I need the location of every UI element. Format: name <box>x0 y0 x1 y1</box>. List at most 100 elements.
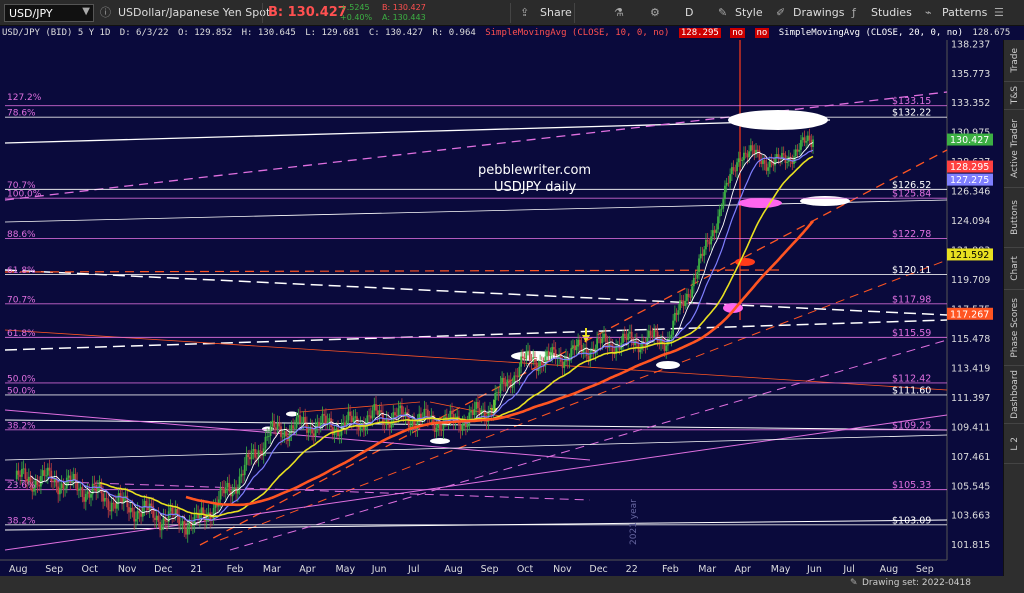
candle-body <box>84 493 87 502</box>
candle-body <box>727 182 730 184</box>
x-tick-label: May <box>771 564 791 575</box>
candle-body <box>737 158 740 163</box>
fib-right-label: $105.33 <box>892 480 931 491</box>
drawings-icon[interactable]: ✐ <box>776 0 785 26</box>
candle-body <box>43 470 46 476</box>
candle-body <box>696 272 699 279</box>
change-absolute: +.5245 <box>340 3 370 12</box>
side-tab-l-2[interactable]: L 2 <box>1004 424 1024 464</box>
candle-body <box>518 366 521 378</box>
studies-icon[interactable]: ƒ <box>852 0 856 26</box>
candle-body <box>573 345 576 351</box>
candle-body <box>805 141 808 143</box>
candle-body <box>701 253 704 256</box>
candle-body <box>135 519 137 522</box>
side-tab-t-s[interactable]: T&S <box>1004 82 1024 110</box>
candle-body <box>451 410 453 415</box>
side-tab-chart[interactable]: Chart <box>1004 248 1024 290</box>
candle-body <box>283 431 286 437</box>
candle-body <box>470 410 472 413</box>
candle-body <box>749 145 752 152</box>
candle-body <box>280 426 282 437</box>
candle-body <box>307 430 310 433</box>
candle-body <box>186 526 189 535</box>
candle-body <box>140 513 142 517</box>
fib-right-label: $103.09 <box>892 515 931 526</box>
candle-body <box>725 182 728 186</box>
flask-icon[interactable]: ⚗ <box>614 0 624 26</box>
candle-body <box>497 392 500 394</box>
candle-body <box>779 158 782 160</box>
candle-body <box>786 161 789 163</box>
style-button[interactable]: Style <box>735 0 763 26</box>
studies-button[interactable]: Studies <box>871 0 912 26</box>
y-tick-label: 105.545 <box>951 481 990 492</box>
side-tab-buttons[interactable]: Buttons <box>1004 188 1024 248</box>
symbol-dropdown-icon[interactable]: ▼ <box>82 6 90 17</box>
candle-body <box>155 515 158 521</box>
candle-body <box>717 216 719 230</box>
drawings-button[interactable]: Drawings <box>793 0 844 26</box>
candle-body <box>349 411 352 416</box>
candle-body <box>466 423 469 428</box>
more-icon[interactable]: ☰ <box>994 0 1004 26</box>
side-tab-trade[interactable]: Trade <box>1004 40 1024 82</box>
symbol-input[interactable]: USD/JPY ▼ <box>4 4 94 22</box>
candle-body <box>729 174 732 183</box>
side-tab-label: Active Trader <box>1009 118 1020 179</box>
candle-body <box>392 412 395 421</box>
candle-body <box>502 377 505 385</box>
candle-body <box>649 330 652 336</box>
info-close: C: 130.427 <box>368 28 424 38</box>
drawing-set-label[interactable]: Drawing set: 2022-0418 <box>862 578 971 588</box>
side-tab-active-trader[interactable]: Active Trader <box>1004 110 1024 188</box>
info-range: R: 0.964 <box>432 28 476 38</box>
candle-body <box>347 411 350 421</box>
symbol-text: USD/JPY <box>9 7 53 20</box>
bid-price: B: 130.427 <box>268 5 347 20</box>
candle-body <box>563 361 566 368</box>
candle-body <box>249 457 251 460</box>
candle-body <box>653 330 656 337</box>
patterns-button[interactable]: Patterns <box>942 0 987 26</box>
info-row: USD/JPY (BID) 5 Y 1D D: 6/3/22 O: 129.85… <box>0 26 1024 40</box>
x-tick-label: Oct <box>517 564 534 575</box>
candle-body <box>81 487 84 498</box>
candle-body <box>494 392 497 406</box>
candle-body <box>808 135 811 140</box>
share-button[interactable]: Share <box>540 0 572 26</box>
candle-body <box>596 338 599 349</box>
candle-body <box>235 487 238 494</box>
candle-body <box>706 239 709 242</box>
chart-labels: $133.15$132.22$126.52$125.84$122.78$120.… <box>7 40 993 575</box>
candle-body <box>331 427 334 435</box>
side-tab-phase-scores[interactable]: Phase Scores <box>1004 290 1024 366</box>
x-tick-label: Aug <box>880 564 899 575</box>
symbol-description: USDollar/Japanese Yen Spot <box>118 6 271 19</box>
candle-body <box>378 410 381 415</box>
candle-body <box>255 457 258 459</box>
candle-body <box>297 415 300 418</box>
info-icon[interactable]: ⓘ <box>100 0 111 26</box>
candle-body <box>323 414 326 416</box>
candle-body <box>411 420 414 427</box>
side-tab-dashboard[interactable]: Dashboard <box>1004 366 1024 424</box>
timeframe-button[interactable]: D <box>685 0 693 26</box>
candle-body <box>684 300 687 307</box>
settings-icon[interactable]: ⚙ <box>650 0 660 26</box>
candle-body <box>746 153 749 158</box>
style-icon[interactable]: ✎ <box>718 0 727 26</box>
candle-body <box>794 149 797 157</box>
share-icon[interactable]: ⇪ <box>520 0 529 26</box>
candle-body <box>52 481 54 482</box>
drawing-set-icon[interactable]: ✎ <box>850 578 858 588</box>
candle-body <box>45 475 47 477</box>
candle-body <box>79 487 82 489</box>
candle-body <box>687 293 690 297</box>
y-tick-label: 107.461 <box>951 452 990 463</box>
candle-body <box>698 258 700 273</box>
price-chart[interactable]: $133.15$132.22$126.52$125.84$122.78$120.… <box>0 40 1003 576</box>
patterns-icon[interactable]: ⌁ <box>925 0 932 26</box>
candle-body <box>473 408 476 415</box>
y-tick-label: 113.419 <box>951 363 990 374</box>
